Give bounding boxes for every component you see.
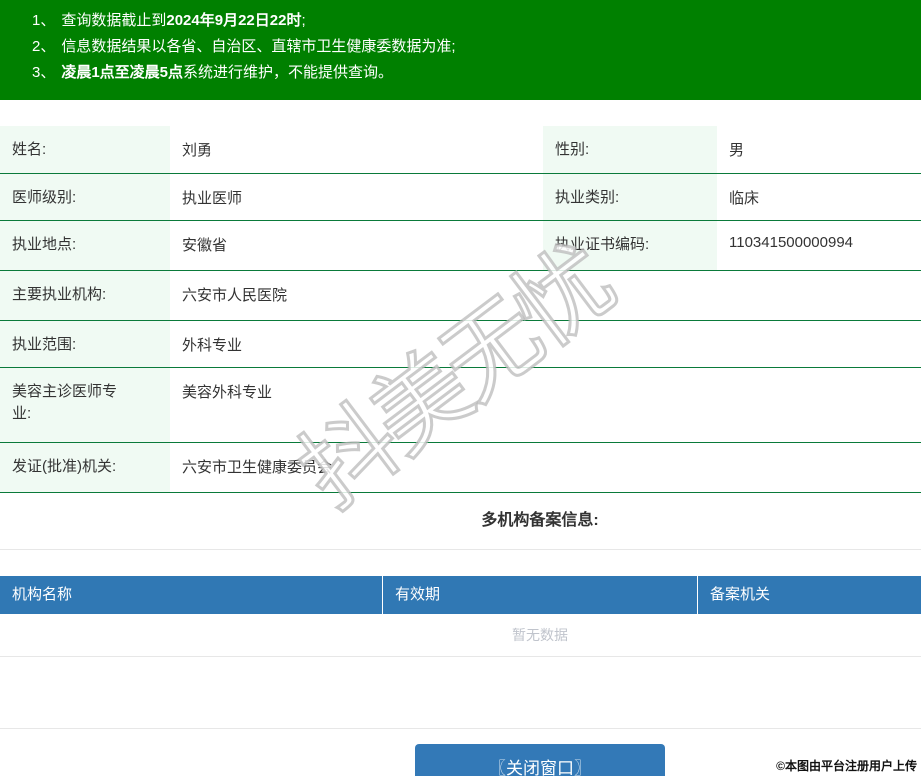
field-value-practice-category: 临床 bbox=[717, 173, 921, 221]
table-row: 姓名: 刘勇 性别: 男 bbox=[0, 126, 921, 174]
filing-section-heading: 多机构备案信息: bbox=[481, 511, 599, 529]
field-value-practice-scope: 外科专业 bbox=[170, 320, 921, 368]
field-label-practice-scope: 执业范围: bbox=[0, 320, 170, 368]
field-value-certificate-no: 110341500000994 bbox=[717, 220, 921, 271]
table-row: 执业地点: 安徽省 执业证书编码: 110341500000994 bbox=[0, 220, 921, 271]
field-label-certificate-no: 执业证书编码: bbox=[543, 220, 717, 271]
field-value-main-institution: 六安市人民医院 bbox=[170, 270, 921, 321]
filing-table-header: 机构名称 有效期 备案机关 bbox=[0, 575, 921, 614]
column-header-filing-authority: 备案机关 bbox=[710, 585, 771, 603]
column-header-institution-name: 机构名称 bbox=[0, 575, 383, 614]
table-row: 执业范围: 外科专业 bbox=[0, 320, 921, 368]
field-value-issuing-authority: 六安市卫生健康委员会 bbox=[170, 442, 921, 493]
field-label-main-institution: 主要执业机构: bbox=[0, 270, 170, 321]
doctor-info-table: 姓名: 刘勇 性别: 男 医师级别: 执业医师 执业类别: 临床 执业地点: 安… bbox=[0, 126, 921, 493]
upload-credit-text: ©本图由平台注册用户上传 bbox=[776, 759, 917, 773]
notice-banner: 1、 查询数据截止到2024年9月22日22时; 2、 信息数据结果以各省、自治区、… bbox=[0, 0, 921, 100]
divider bbox=[0, 548, 921, 550]
page: 1、 查询数据截止到2024年9月22日22时; 2、 信息数据结果以各省、自治区、… bbox=[0, 0, 921, 776]
table-row: 美容主诊医师专业: 美容外科专业 bbox=[0, 367, 921, 443]
notice-item-3: 3、 凌晨1点至凌晨5点系统进行维护，不能提供查询。 bbox=[32, 64, 394, 81]
field-label-practice-category: 执业类别: bbox=[543, 173, 717, 221]
field-value-name: 刘勇 bbox=[170, 126, 543, 174]
empty-data-message: 暂无数据 bbox=[0, 614, 921, 657]
column-header-validity-period: 有效期 bbox=[383, 575, 698, 614]
field-label-issuing-authority: 发证(批准)机关: bbox=[0, 442, 170, 493]
field-value-gender: 男 bbox=[717, 126, 921, 174]
notice-item-1: 1、 查询数据截止到2024年9月22日22时; bbox=[32, 12, 306, 29]
table-row: 发证(批准)机关: 六安市卫生健康委员会 bbox=[0, 442, 921, 493]
field-value-doctor-level: 执业医师 bbox=[170, 173, 543, 221]
field-value-cosmetic-specialty: 美容外科专业 bbox=[170, 367, 921, 443]
field-label-cosmetic-specialty: 美容主诊医师专业: bbox=[0, 367, 170, 443]
close-window-button[interactable]: 〖关闭窗口〗 bbox=[415, 743, 665, 776]
field-value-practice-location: 安徽省 bbox=[170, 220, 543, 271]
field-label-doctor-level: 医师级别: bbox=[0, 173, 170, 221]
field-label-practice-location: 执业地点: bbox=[0, 220, 170, 271]
table-row: 医师级别: 执业医师 执业类别: 临床 bbox=[0, 173, 921, 221]
table-row: 主要执业机构: 六安市人民医院 bbox=[0, 270, 921, 321]
field-label-gender: 性别: bbox=[543, 126, 717, 174]
notice-item-2: 2、 信息数据结果以各省、自治区、直辖市卫生健康委数据为准; bbox=[32, 38, 456, 55]
blank-area bbox=[0, 657, 921, 729]
field-label-name: 姓名: bbox=[0, 126, 170, 174]
